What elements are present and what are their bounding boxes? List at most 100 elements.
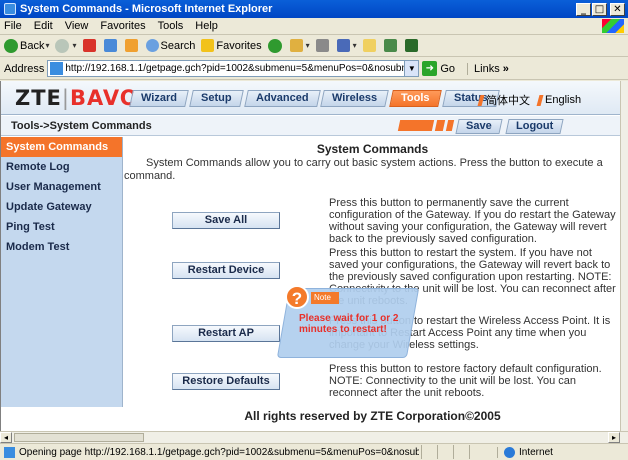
tab-wireless[interactable]: Wireless [320,90,390,107]
forward-arrow-icon [55,38,70,53]
refresh-button[interactable] [103,39,119,52]
tab-wireless-label: Wireless [332,92,378,104]
print-button[interactable] [315,39,331,52]
status-text: Opening page http://192.168.1.1/getpage.… [19,446,419,458]
tab-tools-label: Tools [401,92,430,104]
restore-defaults-button[interactable]: Restore Defaults [172,373,280,390]
messenger-button[interactable] [383,39,399,52]
note-message: Please wait for 1 or 2 minutes to restar… [299,313,399,335]
stop-button[interactable] [82,39,98,52]
links-button[interactable]: Links » [467,62,509,75]
maximize-button[interactable]: □ [592,2,607,16]
zone-label: Internet [519,446,553,458]
minimize-button[interactable]: _ [576,2,591,16]
lang-english-label: English [545,94,582,106]
scroll-thumb[interactable] [14,433,144,442]
mail-dropdown-icon[interactable]: ▾ [306,41,310,50]
go-arrow-icon: ➜ [422,61,438,76]
vertical-scrollbar[interactable] [620,81,628,431]
favorites-label: Favorites [216,39,262,52]
back-label: Back [20,39,45,52]
menu-file[interactable]: File [4,20,22,32]
forward-button[interactable]: ▾ [55,38,77,53]
scroll-left-button[interactable]: ◂ [0,432,12,443]
menu-edit[interactable]: Edit [34,20,53,32]
search-icon [145,39,159,52]
lang-english[interactable]: English [536,94,582,106]
edit-button[interactable]: ▾ [336,39,357,52]
back-button[interactable]: Back ▾ [4,38,49,53]
tab-wizard[interactable]: Wizard [129,90,189,107]
window-title-bar: System Commands - Microsoft Internet Exp… [0,0,628,18]
logo-separator: | [61,86,70,110]
history-icon [267,38,282,53]
research-button[interactable] [404,39,420,52]
menu-view[interactable]: View [65,20,89,32]
address-input[interactable]: http://192.168.1.1/getpage.gch?pid=1002&… [47,60,420,77]
sidebar-item-system-commands[interactable]: System Commands [1,137,122,157]
browser-toolbar: Back ▾ ▾ Search Favorites ▾ ▾ [0,35,628,57]
deco-bar [397,120,435,131]
lang-chinese[interactable]: 简体中文 [477,92,530,108]
stop-icon [82,39,96,52]
tab-setup[interactable]: Setup [189,90,244,107]
address-label: Address [4,62,45,75]
back-arrow-icon [4,38,18,53]
address-url[interactable]: http://192.168.1.1/getpage.gch?pid=1002&… [65,63,404,74]
page-icon [50,62,64,75]
home-button[interactable] [124,39,140,52]
sidebar-item-remote-log[interactable]: Remote Log [1,157,122,177]
save-all-description: Press this button to permanently save th… [329,197,616,245]
restart-device-button[interactable]: Restart Device [172,262,280,279]
save-button[interactable]: Save [455,119,503,134]
favorites-star-icon [201,39,215,52]
mail-button[interactable]: ▾ [289,39,310,52]
messenger-icon [383,39,397,52]
search-button[interactable]: Search [145,39,196,52]
links-label: Links [474,62,500,75]
status-segment [421,445,435,459]
language-switch: 简体中文 English [477,92,589,108]
sub-bar: Tools->System Commands Save Logout [1,116,620,136]
search-label: Search [160,39,196,52]
scroll-right-button[interactable]: ▸ [608,432,620,443]
favorites-button[interactable]: Favorites [201,39,262,52]
sidebar-item-ping-test[interactable]: Ping Test [1,217,122,237]
back-dropdown-icon[interactable]: ▾ [45,41,49,50]
security-zone: Internet [497,446,553,458]
sidebar-item-user-management[interactable]: User Management [1,177,122,197]
page-content: ZTE|BAVO Wizard Setup Advanced Wireless … [0,81,620,431]
go-label: Go [440,62,456,75]
discuss-button[interactable] [362,39,378,52]
breadcrumb: Tools->System Commands [11,120,152,132]
window-title: System Commands - Microsoft Internet Exp… [20,3,273,15]
address-dropdown-icon[interactable]: ▼ [404,61,419,76]
menu-help[interactable]: Help [195,20,218,32]
tab-setup-label: Setup [200,92,232,104]
chevron-right-icon: » [502,62,509,75]
status-bar: Opening page http://192.168.1.1/getpage.… [0,443,628,460]
save-all-button[interactable]: Save All [172,212,280,229]
restart-ap-button[interactable]: Restart AP [172,325,280,342]
page-title: System Commands [316,142,429,156]
history-button[interactable] [267,38,284,53]
menu-favorites[interactable]: Favorites [100,20,145,32]
menu-tools[interactable]: Tools [158,20,184,32]
status-segment [453,445,467,459]
sidebar-item-modem-test[interactable]: Modem Test [1,237,122,257]
deco-bar [445,120,455,131]
horizontal-scrollbar[interactable]: ◂ ▸ [0,431,628,443]
tab-wizard-label: Wizard [141,92,177,104]
close-button[interactable]: ✕ [610,2,625,16]
logout-button[interactable]: Logout [505,119,564,134]
forward-dropdown-icon[interactable]: ▾ [72,41,76,50]
sidebar-item-update-gateway[interactable]: Update Gateway [1,197,122,217]
tab-tools[interactable]: Tools [389,90,442,107]
edit-dropdown-icon[interactable]: ▾ [353,41,357,50]
go-button[interactable]: ➜ Go [422,61,455,76]
lang-marker-icon [477,94,485,106]
nav-tabs: Wizard Setup Advanced Wireless Tools Sta… [129,90,501,107]
page-footer: All rights reserved by ZTE Corporation©2… [244,409,501,423]
restore-defaults-description: Press this button to restore factory def… [329,363,602,399]
tab-advanced[interactable]: Advanced [243,90,320,107]
